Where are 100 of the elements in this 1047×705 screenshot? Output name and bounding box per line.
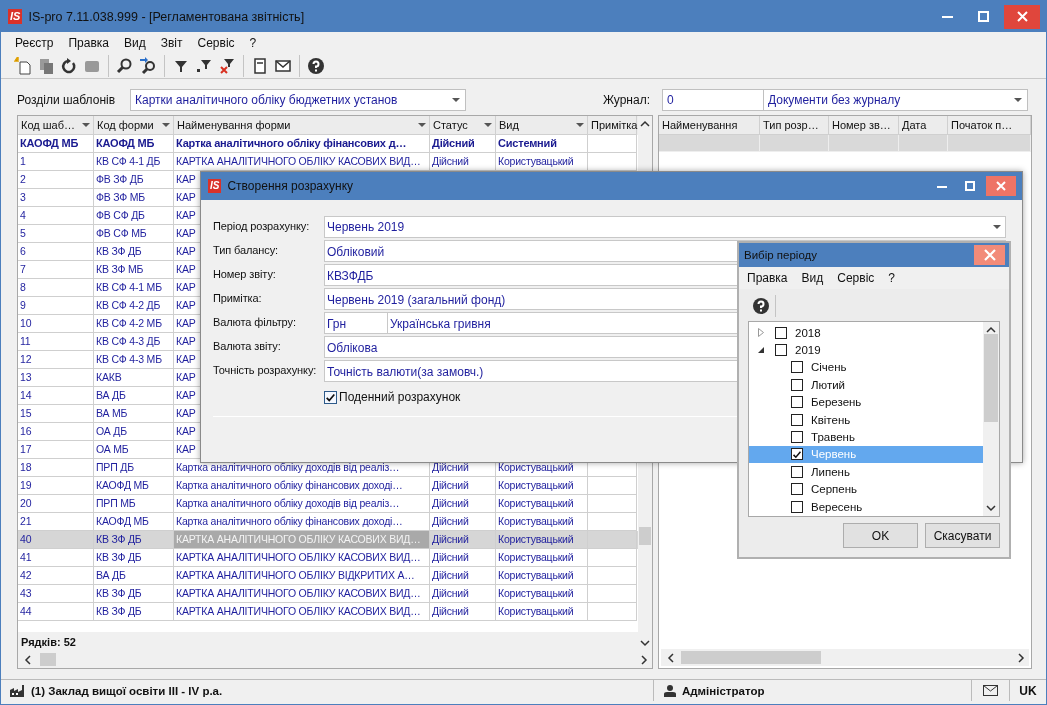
scroll-right-icon[interactable]	[640, 654, 648, 665]
caret-icon[interactable]	[452, 98, 460, 102]
table-row[interactable]: 43 КВ ЗФ ДБ КАРТКА АНАЛІТИЧНОГО ОБЛІКУ КАСОВИХ ВИД… Дійсний Користувацький	[18, 585, 638, 603]
checkbox[interactable]	[775, 326, 787, 339]
column-header[interactable]: Статус	[430, 116, 496, 135]
table-row[interactable]: 42 ВА ДБ КАРТКА АНАЛІТИЧНОГО ОБЛІКУ ВІДКРИТИХ А… Дійсний Користувацький	[18, 567, 638, 585]
scroll-down-icon[interactable]	[640, 639, 650, 647]
dialog-title: Вибір періоду	[744, 249, 817, 261]
column-header[interactable]: Код шаб…	[18, 116, 94, 135]
expanded-arrow-icon[interactable]	[757, 346, 765, 355]
checkbox[interactable]	[791, 500, 803, 513]
tree-item[interactable]: Серпень	[749, 480, 983, 498]
filter-clear-icon[interactable]	[218, 56, 236, 75]
menu-item[interactable]: Вид	[801, 270, 824, 286]
scrollbar-thumb[interactable]	[639, 526, 651, 545]
scroll-left-icon[interactable]	[24, 654, 32, 665]
sort-caret-icon[interactable]	[484, 123, 492, 127]
table-cell: ФВ СФ МБ	[94, 225, 174, 243]
vertical-scrollbar[interactable]	[983, 322, 999, 516]
menu-item[interactable]: ?	[888, 270, 895, 286]
checkbox[interactable]	[791, 448, 803, 461]
horizontal-scrollbar[interactable]	[661, 649, 1029, 666]
scrollbar-thumb[interactable]	[40, 653, 56, 666]
horizontal-scrollbar[interactable]	[18, 651, 652, 668]
tree-item[interactable]: 2019	[749, 341, 983, 359]
tree-item[interactable]: Березень	[749, 393, 983, 411]
column-header[interactable]: Вид	[496, 116, 588, 135]
dialog-button[interactable]: Скасувати	[925, 523, 1000, 548]
menu-item[interactable]: ?	[249, 34, 257, 51]
sections-dropdown[interactable]: Картки аналітичного обліку бюджетних установ	[130, 89, 466, 111]
help-icon[interactable]	[307, 56, 325, 75]
checkbox[interactable]	[791, 396, 803, 409]
table-row[interactable]: 40 КВ ЗФ ДБ КАРТКА АНАЛІТИЧНОГО ОБЛІКУ КАСОВИХ ВИД… Дійсний Користувацький	[18, 531, 638, 549]
close-button[interactable]	[986, 176, 1016, 196]
text-field[interactable]: Грн	[324, 312, 387, 334]
menu-item[interactable]: Правка	[747, 270, 788, 286]
journal-code-field[interactable]: 0	[662, 89, 763, 111]
collapsed-arrow-icon[interactable]	[757, 328, 765, 338]
language-indicator[interactable]: UK	[1019, 683, 1037, 698]
sort-caret-icon[interactable]	[162, 123, 170, 127]
tree-item[interactable]: Квітень	[749, 410, 983, 429]
dropdown-field[interactable]: Червень 2019	[324, 216, 1006, 238]
form-icon[interactable]	[251, 56, 269, 75]
scroll-up-icon[interactable]	[986, 326, 996, 334]
table-cell: 41	[18, 549, 94, 567]
tree-item[interactable]: Липень	[749, 463, 983, 481]
table-row[interactable]: 41 КВ ЗФ ДБ КАРТКА АНАЛІТИЧНОГО ОБЛІКУ КАСОВИХ ВИД… Дійсний Користувацький	[18, 549, 638, 567]
checkbox[interactable]	[791, 378, 803, 391]
checkbox[interactable]	[791, 483, 803, 496]
close-button[interactable]	[1004, 4, 1040, 29]
scroll-left-icon[interactable]	[667, 652, 675, 663]
mail-icon[interactable]	[983, 685, 998, 696]
table-row[interactable]: 19 КАОФД МБ Картка аналітичного обліку фінансових доході… Дійсний Користувацький	[18, 477, 638, 495]
sort-caret-icon[interactable]	[418, 123, 426, 127]
menu-item[interactable]: Сервіс	[837, 270, 875, 286]
scrollbar-thumb[interactable]	[681, 651, 821, 664]
journal-dropdown[interactable]: Документи без журналу	[763, 89, 1028, 111]
menu-item[interactable]: Вид	[124, 34, 146, 51]
close-icon[interactable]	[1016, 11, 1028, 22]
dialog-button[interactable]: OK	[843, 523, 918, 548]
scroll-right-icon[interactable]	[1017, 652, 1025, 663]
menu-item[interactable]: Звіт	[160, 34, 183, 51]
scroll-down-icon[interactable]	[986, 504, 996, 512]
maximize-icon[interactable]	[977, 11, 989, 22]
new-document-icon[interactable]	[14, 56, 32, 75]
tree-item[interactable]: Січень	[749, 358, 983, 377]
help-icon[interactable]	[752, 297, 770, 315]
menu-item[interactable]: Сервіс	[197, 34, 235, 51]
search-icon[interactable]	[116, 56, 134, 75]
scroll-up-icon[interactable]	[640, 120, 650, 128]
maximize-icon[interactable]	[965, 181, 975, 191]
tree-item[interactable]: Вересень	[749, 497, 983, 516]
sort-caret-icon[interactable]	[82, 123, 90, 127]
item-label: Вересень	[811, 500, 863, 513]
table-row[interactable]: 44 КВ ЗФ ДБ КАРТКА АНАЛІТИЧНОГО ОБЛІКУ КАСОВИХ ВИД… Дійсний Користувацький	[18, 603, 638, 621]
scrollbar-thumb[interactable]	[984, 334, 998, 422]
checkbox[interactable]	[791, 431, 803, 444]
caret-icon[interactable]	[1014, 98, 1022, 102]
caret-icon[interactable]	[993, 225, 1001, 229]
copy-icon[interactable]	[37, 56, 55, 75]
column-header[interactable]: Код форми	[94, 116, 174, 135]
tree-item[interactable]: Травень	[749, 428, 983, 446]
column-header[interactable]: Найменування форми	[174, 116, 430, 135]
table-cell: КАОФД МБ	[94, 477, 174, 495]
search-next-icon[interactable]	[139, 56, 157, 75]
close-icon[interactable]	[996, 181, 1006, 191]
checkbox[interactable]	[324, 390, 337, 404]
table-cell: 44	[18, 603, 94, 621]
menu-item[interactable]: Реєстр	[15, 34, 54, 51]
menu-item[interactable]: Правка	[68, 34, 109, 51]
sort-caret-icon[interactable]	[576, 123, 584, 127]
table-row[interactable]: 20 ПРП МБ Картка аналітичного обліку доходів від реаліз… Дійсний Користувацький	[18, 495, 638, 513]
checkbox[interactable]	[791, 465, 803, 478]
refresh-icon[interactable]	[60, 56, 78, 75]
checkbox[interactable]	[791, 413, 803, 426]
column-header[interactable]: Примітка	[588, 116, 637, 135]
checkbox[interactable]	[775, 344, 787, 357]
table-row[interactable]: КАОФД МБ КАОФД МБ Картка аналітичного обліку фінансових д… Дійсний Системний	[18, 135, 638, 153]
checkbox[interactable]	[791, 361, 803, 374]
table-cell: Дійсний	[430, 567, 496, 585]
